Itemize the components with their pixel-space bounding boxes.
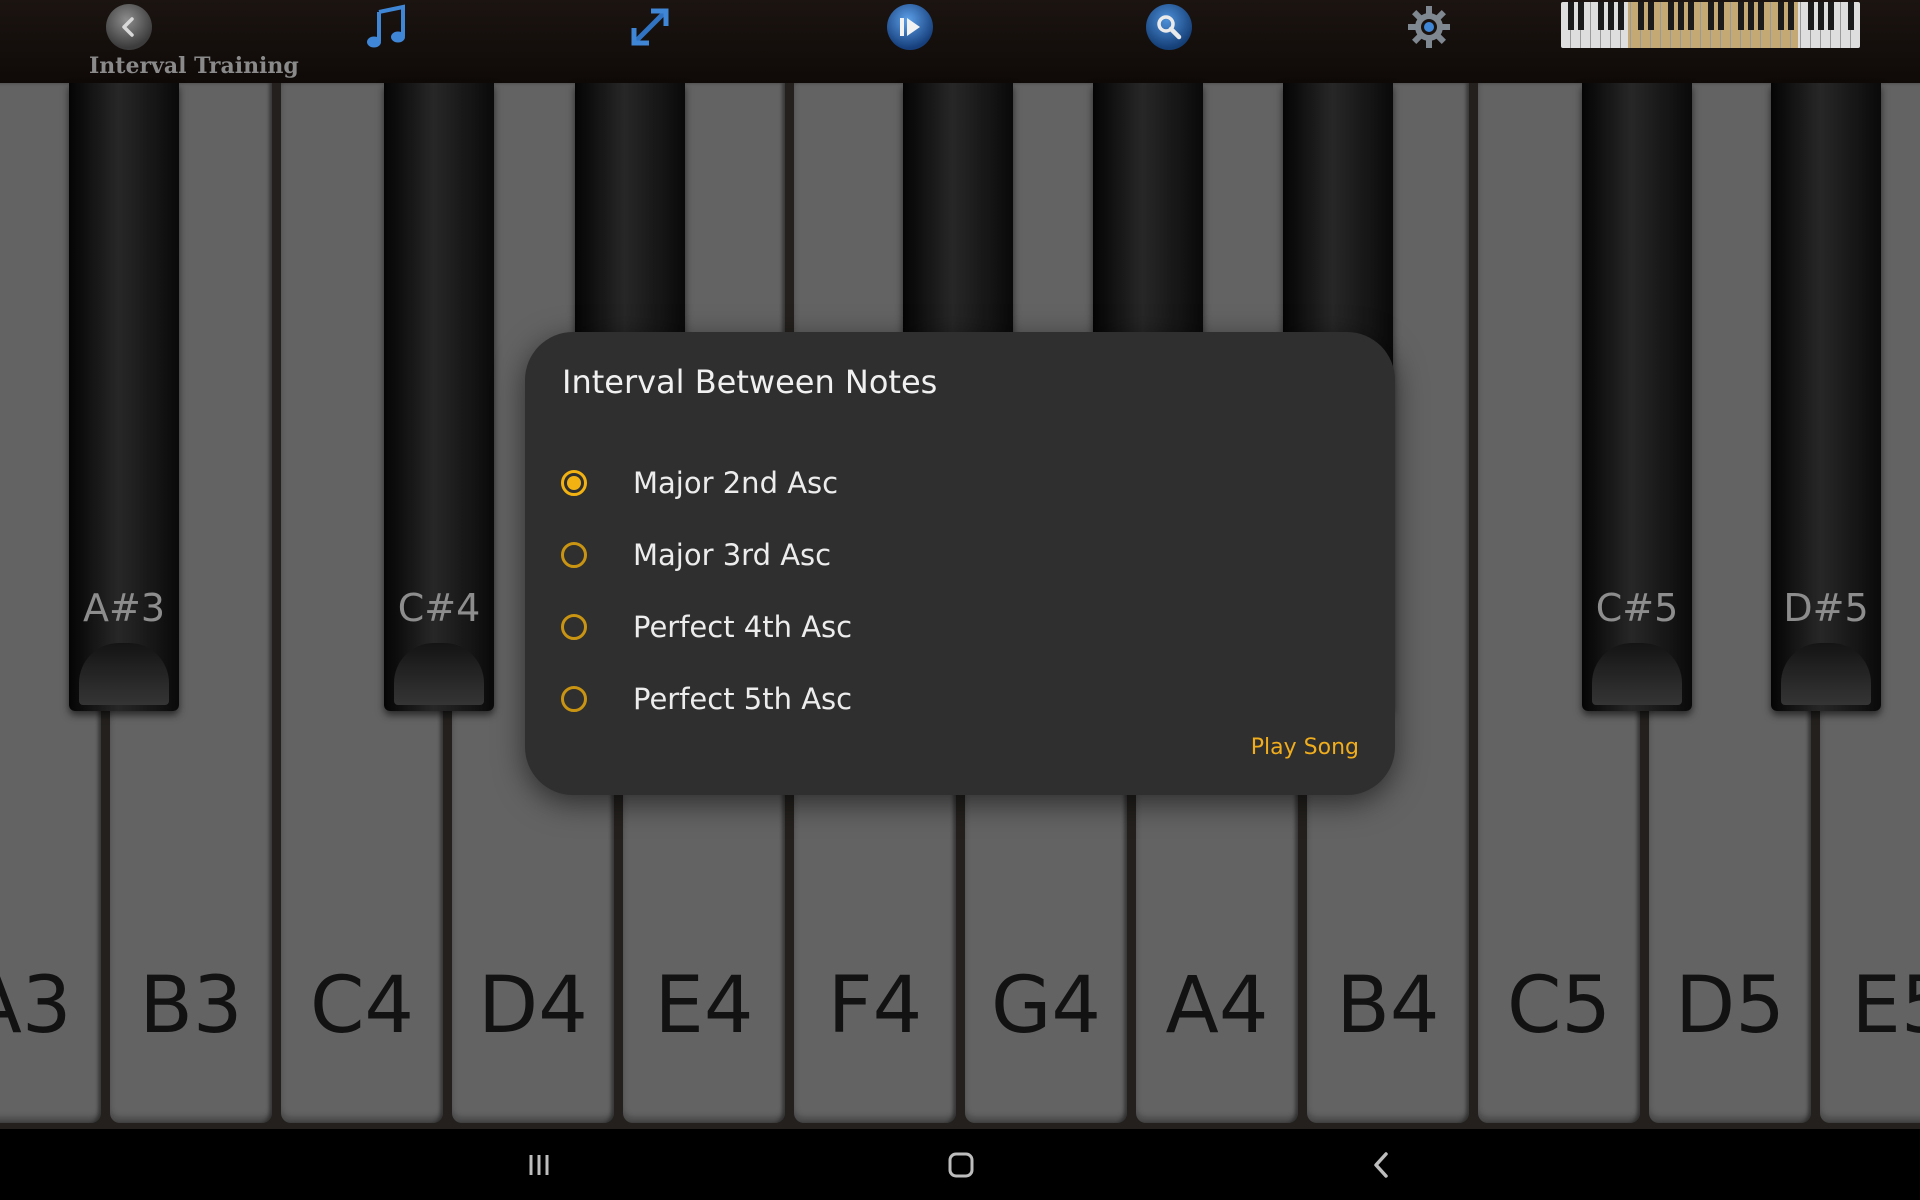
app-title: Interval Training: [89, 53, 299, 79]
radio-button[interactable]: [561, 470, 587, 496]
option-major-2nd-asc[interactable]: Major 2nd Asc: [561, 452, 1341, 514]
map-black-key: [1748, 2, 1754, 30]
search-icon: [1157, 15, 1182, 40]
map-black-key: [1668, 2, 1674, 30]
resize-button[interactable]: [627, 4, 673, 50]
option-major-3rd-asc[interactable]: Major 3rd Asc: [561, 524, 1341, 586]
back-button[interactable]: [106, 4, 152, 50]
recent-apps-button[interactable]: [523, 1149, 555, 1181]
map-black-key: [1718, 2, 1724, 30]
option-label: Perfect 5th Asc: [633, 682, 853, 716]
radio-selected-dot: [567, 476, 581, 490]
nav-back-button[interactable]: [1366, 1149, 1398, 1181]
keyboard-overview-map[interactable]: [1561, 2, 1860, 48]
map-black-key: [1638, 2, 1644, 30]
map-black-key: [1578, 2, 1584, 30]
nav-back-icon: [1374, 1152, 1388, 1178]
map-black-key: [1648, 2, 1654, 30]
map-black-key: [1788, 2, 1794, 30]
option-perfect-5th-asc[interactable]: Perfect 5th Asc: [561, 668, 1341, 730]
music-button[interactable]: [365, 4, 411, 50]
home-button[interactable]: [945, 1149, 977, 1181]
map-black-key: [1688, 2, 1694, 30]
option-label: Major 2nd Asc: [633, 466, 839, 500]
gear-icon: [1408, 6, 1450, 48]
map-black-key: [1618, 2, 1624, 30]
map-black-key: [1778, 2, 1784, 30]
music-note-icon: [367, 4, 405, 48]
option-label: Major 3rd Asc: [633, 538, 832, 572]
radio-button[interactable]: [561, 614, 587, 640]
option-perfect-4th-asc[interactable]: Perfect 4th Asc: [561, 596, 1341, 658]
option-label: Perfect 4th Asc: [633, 610, 853, 644]
search-button[interactable]: [1146, 4, 1192, 50]
map-black-key: [1818, 2, 1824, 30]
map-black-key: [1848, 2, 1854, 30]
map-black-key: [1568, 2, 1574, 30]
recent-apps-icon: [529, 1155, 549, 1175]
map-black-key: [1608, 2, 1614, 30]
play-icon: [900, 18, 920, 36]
home-icon: [948, 1152, 974, 1178]
settings-button[interactable]: [1406, 4, 1452, 50]
system-navigation-bar: [0, 1129, 1920, 1200]
play-song-button[interactable]: Play Song: [1251, 735, 1359, 760]
map-black-key: [1758, 2, 1764, 30]
map-black-key: [1808, 2, 1814, 30]
back-icon: [122, 17, 134, 37]
map-black-key: [1738, 2, 1744, 30]
radio-button[interactable]: [561, 542, 587, 568]
interval-dialog: Interval Between Notes Major 2nd Asc Maj…: [525, 332, 1395, 795]
map-black-key: [1708, 2, 1714, 30]
dialog-title: Interval Between Notes: [562, 363, 938, 401]
map-black-key: [1828, 2, 1834, 30]
map-black-key: [1678, 2, 1684, 30]
top-toolbar: Interval Training: [0, 0, 1920, 83]
radio-button[interactable]: [561, 686, 587, 712]
resize-arrows-icon: [631, 8, 669, 46]
play-button[interactable]: [887, 4, 933, 50]
map-black-key: [1598, 2, 1604, 30]
